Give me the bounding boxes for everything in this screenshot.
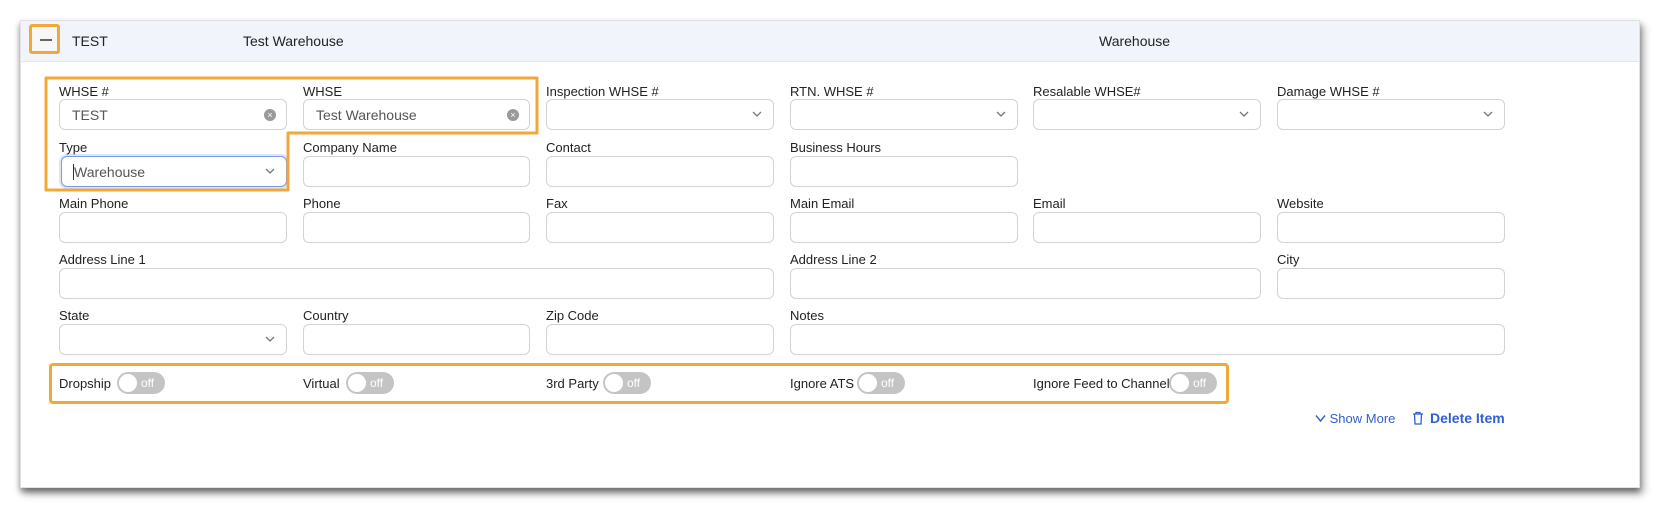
chevron-down-icon [265, 168, 275, 174]
website-label: Website [1277, 196, 1324, 211]
business-hours-label: Business Hours [790, 140, 882, 155]
state-label: State [59, 308, 90, 323]
clear-icon[interactable]: × [507, 109, 519, 121]
header-code: TEST [72, 33, 108, 49]
address2-input[interactable] [790, 268, 1261, 299]
toggle-knob [119, 374, 137, 392]
main-email-input[interactable] [790, 212, 1018, 243]
toggle-state: off [881, 376, 895, 390]
whse-num-input[interactable]: TEST × [59, 99, 287, 130]
state-select[interactable] [59, 324, 287, 355]
chevron-down-icon [265, 336, 275, 342]
fax-label: Fax [546, 196, 568, 211]
rtn-whse-select[interactable] [790, 99, 1018, 130]
ignore-feed-toggle[interactable]: off [1169, 372, 1217, 394]
toggle-knob [859, 374, 877, 392]
email-label: Email [1033, 196, 1066, 211]
contact-label: Contact [546, 140, 591, 155]
notes-input[interactable] [790, 324, 1505, 355]
third-party-toggle[interactable]: off [603, 372, 651, 394]
whse-value: Test Warehouse [316, 107, 417, 123]
type-label: Type [59, 140, 88, 155]
whse-label: WHSE [303, 84, 342, 99]
chevron-down-icon [752, 111, 762, 117]
minus-icon [40, 39, 52, 41]
damage-whse-select[interactable] [1277, 99, 1505, 130]
contact-input[interactable] [546, 156, 774, 187]
main-email-label: Main Email [790, 196, 855, 211]
chevron-down-icon [1239, 111, 1249, 117]
whse-num-label: WHSE # [59, 84, 109, 99]
resalable-whse-select[interactable] [1033, 99, 1261, 130]
phone-input[interactable] [303, 212, 530, 243]
toggle-state: off [141, 376, 155, 390]
resalable-whse-label: Resalable WHSE# [1033, 84, 1141, 99]
ignore-ats-label: Ignore ATS [790, 376, 855, 391]
city-label: City [1277, 252, 1300, 267]
toggle-state: off [627, 376, 641, 390]
inspection-whse-label: Inspection WHSE # [546, 84, 659, 99]
whse-num-value: TEST [72, 107, 108, 123]
address1-label: Address Line 1 [59, 252, 146, 267]
notes-label: Notes [790, 308, 824, 323]
ignore-ats-toggle[interactable]: off [857, 372, 905, 394]
main-phone-label: Main Phone [59, 196, 129, 211]
delete-item-button[interactable]: Delete Item [1412, 410, 1505, 426]
dropship-label: Dropship [59, 376, 112, 391]
delete-item-label: Delete Item [1430, 410, 1505, 426]
city-input[interactable] [1277, 268, 1505, 299]
warehouse-card: TEST Test Warehouse Warehouse WHSE # TES… [20, 20, 1640, 488]
rtn-whse-label: RTN. WHSE # [790, 84, 874, 99]
ignore-feed-label: Ignore Feed to Channel [1033, 376, 1170, 391]
dropship-toggle[interactable]: off [117, 372, 165, 394]
address2-label: Address Line 2 [790, 252, 877, 267]
inspection-whse-select[interactable] [546, 99, 774, 130]
zip-label: Zip Code [546, 308, 599, 323]
toggle-knob [605, 374, 623, 392]
chevron-down-icon [996, 111, 1006, 117]
show-more-link[interactable]: Show More [1315, 411, 1395, 426]
country-input[interactable] [303, 324, 530, 355]
chevron-down-icon [1315, 415, 1326, 423]
virtual-label: Virtual [303, 376, 340, 391]
whse-input[interactable]: Test Warehouse × [303, 99, 530, 130]
third-party-label: 3rd Party [546, 376, 599, 391]
type-value: Warehouse [74, 164, 146, 180]
toggle-knob [1171, 374, 1189, 392]
trash-icon [1413, 411, 1423, 425]
company-name-input[interactable] [303, 156, 530, 187]
toggle-state: off [1193, 376, 1207, 390]
header-type: Warehouse [1099, 33, 1171, 49]
fax-input[interactable] [546, 212, 774, 243]
card-header: TEST Test Warehouse Warehouse [21, 21, 1639, 62]
website-input[interactable] [1277, 212, 1505, 243]
clear-icon[interactable]: × [264, 109, 276, 121]
chevron-down-icon [1483, 111, 1493, 117]
virtual-toggle[interactable]: off [346, 372, 394, 394]
phone-label: Phone [303, 196, 341, 211]
address1-input[interactable] [59, 268, 774, 299]
email-input[interactable] [1033, 212, 1261, 243]
toggle-knob [348, 374, 366, 392]
collapse-button[interactable] [29, 24, 60, 54]
country-label: Country [303, 308, 349, 323]
business-hours-input[interactable] [790, 156, 1018, 187]
header-name: Test Warehouse [243, 33, 344, 49]
toggle-state: off [370, 376, 384, 390]
show-more-label: Show More [1329, 411, 1396, 426]
type-select[interactable]: Warehouse [61, 156, 287, 187]
company-name-label: Company Name [303, 140, 397, 155]
main-phone-input[interactable] [59, 212, 287, 243]
damage-whse-label: Damage WHSE # [1277, 84, 1380, 99]
zip-input[interactable] [546, 324, 774, 355]
